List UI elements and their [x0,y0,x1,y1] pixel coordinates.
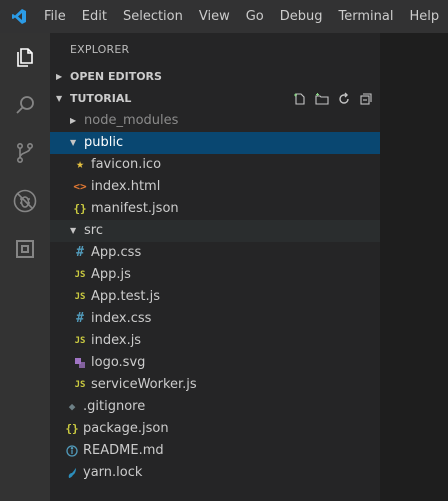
chevron-down-icon: ▼ [70,138,77,147]
folder-label: node_modules [84,113,179,128]
tree-file-index-html[interactable]: <> index.html [50,176,380,198]
chevron-down-icon: ▼ [70,226,77,235]
chevron-right-icon: ▶ [70,116,77,125]
file-label: package.json [83,421,169,436]
tree-file-app-css[interactable]: # App.css [50,242,380,264]
extensions-icon[interactable] [0,225,50,273]
tree-file-package-json[interactable]: {} package.json [50,418,380,440]
file-label: serviceWorker.js [91,377,197,392]
explorer-sidebar: EXPLORER ▶ OPEN EDITORS ▼ TUTORIAL ▶ nod… [50,33,380,501]
tree-file-favicon[interactable]: ★ favicon.ico [50,154,380,176]
file-label: favicon.ico [91,157,162,172]
activity-bar [0,33,50,501]
git-file-icon: ◆ [68,400,76,413]
workspace-label: TUTORIAL [70,92,132,105]
source-control-icon[interactable] [0,129,50,177]
tree-file-gitignore[interactable]: ◆ .gitignore [50,396,380,418]
file-label: index.js [91,333,142,348]
editor-area[interactable] [380,33,448,501]
file-label: App.js [91,267,131,282]
tree-folder-node-modules[interactable]: ▶ node_modules [50,110,380,132]
title-bar: File Edit Selection View Go Debug Termin… [0,0,448,33]
info-icon [64,440,80,462]
workspace-header[interactable]: ▼ TUTORIAL [50,88,380,110]
js-file-icon: JS [74,336,86,346]
open-editors-header[interactable]: ▶ OPEN EDITORS [50,66,380,88]
file-label: README.md [83,443,164,458]
tree-file-readme[interactable]: README.md [50,440,380,462]
menu-help[interactable]: Help [401,0,447,33]
css-file-icon: # [76,245,84,260]
tree-file-yarn-lock[interactable]: yarn.lock [50,462,380,484]
workspace-actions [292,88,374,110]
menu-view[interactable]: View [191,0,238,33]
folder-label: src [84,223,103,238]
menu-file[interactable]: File [41,0,74,33]
css-file-icon: # [76,311,84,326]
js-file-icon: JS [74,270,86,280]
file-label: index.css [91,311,152,326]
menu-selection[interactable]: Selection [115,0,191,33]
tree-folder-public[interactable]: ▼ public [50,132,380,154]
search-icon[interactable] [0,81,50,129]
json-file-icon: {} [65,422,79,435]
debug-icon[interactable] [0,177,50,225]
collapse-all-icon[interactable] [358,91,374,107]
sidebar-title: EXPLORER [70,43,130,56]
file-label: App.test.js [91,289,161,304]
menu-edit[interactable]: Edit [74,0,115,33]
tree-file-app-js[interactable]: JS App.js [50,264,380,286]
html-file-icon: <> [73,180,87,193]
refresh-icon[interactable] [336,91,352,107]
vscode-logo-icon [12,9,26,24]
menu-terminal[interactable]: Terminal [331,0,402,33]
menu-go[interactable]: Go [238,0,272,33]
file-label: App.css [91,245,142,260]
folder-label: public [84,135,124,150]
tree-file-app-test-js[interactable]: JS App.test.js [50,286,380,308]
new-folder-icon[interactable] [314,91,330,107]
file-label: logo.svg [91,355,146,370]
file-label: .gitignore [83,399,146,414]
tree-file-manifest[interactable]: {} manifest.json [50,198,380,220]
new-file-icon[interactable] [292,91,308,107]
open-editors-label: OPEN EDITORS [70,70,162,83]
tree-folder-src[interactable]: ▼ src [50,220,380,242]
tree-file-index-js[interactable]: JS index.js [50,330,380,352]
chevron-right-icon: ▶ [56,72,63,81]
file-label: index.html [91,179,161,194]
file-label: manifest.json [91,201,179,216]
js-file-icon: JS [74,292,86,302]
tree-file-index-css[interactable]: # index.css [50,308,380,330]
tree-file-service-worker[interactable]: JS serviceWorker.js [50,374,380,396]
explorer-icon[interactable] [0,33,50,81]
svg-file-icon [72,352,88,374]
menu-debug[interactable]: Debug [272,0,331,33]
js-file-icon: JS [74,380,86,390]
file-label: yarn.lock [83,465,143,480]
yarn-icon [64,462,80,484]
star-icon: ★ [76,157,84,172]
json-file-icon: {} [73,202,87,215]
chevron-down-icon: ▼ [56,94,63,103]
tree-file-logo-svg[interactable]: logo.svg [50,352,380,374]
